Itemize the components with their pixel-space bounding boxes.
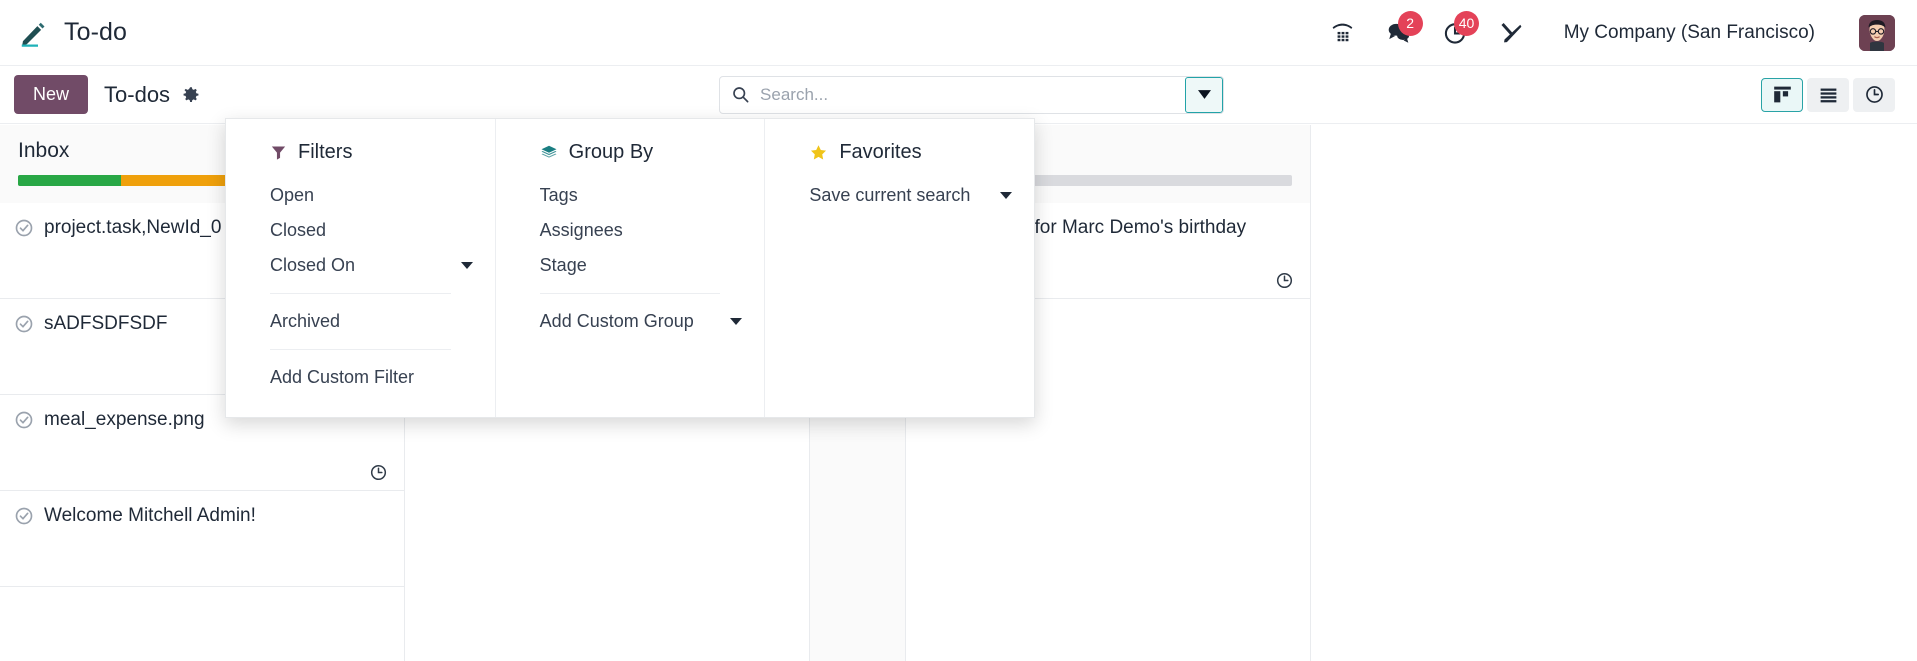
new-button[interactable]: New [14,75,89,114]
avatar[interactable] [1859,14,1895,51]
divider [539,293,721,294]
funnel-icon [270,144,287,161]
add-custom-filter-button[interactable]: Add Custom Filter [226,360,495,395]
breadcrumb-item-todos[interactable]: To-dos [104,82,170,108]
groupby-title: Group By [568,141,654,163]
check-circle-icon[interactable] [14,410,34,430]
filter-label: Archived [270,311,341,331]
progress-segment-orange [121,175,239,186]
messaging-icon[interactable]: 2 [1384,10,1423,48]
clock-icon[interactable] [369,463,388,482]
search-dropdown-toggle[interactable] [1185,76,1224,113]
pencil-icon [18,18,48,48]
check-circle-icon[interactable] [14,506,34,526]
control-panel: New To-dos [0,66,1917,124]
messaging-badge: 2 [1397,10,1423,36]
view-button-list[interactable] [1807,77,1849,112]
company-switcher[interactable]: My Company (San Francisco) [1564,22,1815,44]
star-icon [809,143,828,162]
groupby-label: Tags [539,185,578,205]
favorites-label: Save current search [809,185,971,205]
filters-header: Filters [226,141,495,178]
filter-label: Add Custom Filter [270,367,415,387]
kanban-card-title: project.task,NewId_0 [44,217,222,238]
add-custom-group-button[interactable]: Add Custom Group [496,304,765,339]
view-switcher [1761,77,1895,112]
kanban-card-footer [369,463,388,482]
groupby-label: Assignees [539,220,623,240]
filter-item-closed[interactable]: Closed [226,213,495,248]
check-circle-icon[interactable] [14,314,34,334]
systray: 2 40 My Company (San Francisco) [1328,10,1895,51]
divider [270,349,451,350]
view-button-activity[interactable] [1853,77,1895,112]
developer-tools-icon[interactable] [1496,18,1526,48]
groupby-header: Group By [496,141,765,178]
top-navbar: To-do 2 40 My Company (San Francisco) [0,0,1917,66]
gear-icon[interactable] [182,86,200,104]
groupby-label: Stage [539,255,587,275]
groupby-item-tags[interactable]: Tags [496,178,765,213]
kanban-card-title: sADFSDFSDF [44,313,168,334]
activities-badge: 40 [1453,10,1480,36]
filter-item-open[interactable]: Open [226,178,495,213]
layers-icon [540,144,558,162]
clock-icon[interactable] [1275,271,1294,290]
activities-icon[interactable]: 40 [1440,10,1480,48]
kanban-card[interactable]: Welcome Mitchell Admin! [0,491,404,587]
dropdown-column-favorites: Favorites Save current search [765,119,1034,417]
kanban-card-footer [1275,271,1294,290]
save-current-search-button[interactable]: Save current search [765,178,1034,213]
chevron-down-icon [460,262,473,269]
kanban-card-title: meal_expense.png [44,409,205,430]
voip-phone-icon[interactable] [1328,18,1358,48]
search-icon [720,77,760,113]
filter-item-closed-on[interactable]: Closed On [226,248,495,283]
divider [270,293,451,294]
chevron-down-icon [730,318,743,325]
dropdown-column-filters: Filters Open Closed Closed On Archived A… [226,119,496,417]
app-brand[interactable]: To-do [18,18,127,48]
filters-title: Filters [298,141,353,163]
search-dropdown-panel: Filters Open Closed Closed On Archived A… [225,118,1035,418]
groupby-label: Add Custom Group [539,311,694,331]
groupby-item-assignees[interactable]: Assignees [496,213,765,248]
search-input[interactable] [760,76,1186,113]
chevron-down-icon [1000,192,1013,199]
app-title: To-do [64,18,128,46]
search-area [200,75,1743,114]
check-circle-icon[interactable] [14,218,34,238]
favorites-title: Favorites [839,141,922,163]
groupby-item-stage[interactable]: Stage [496,248,765,283]
searchbox [719,75,1225,114]
filter-label: Closed On [270,255,356,275]
kanban-card-title: Welcome Mitchell Admin! [44,505,256,526]
breadcrumb: To-dos [104,82,200,108]
view-button-kanban[interactable] [1761,77,1803,112]
favorites-header: Favorites [765,141,1034,178]
progress-segment-green [18,175,122,186]
filter-item-archived[interactable]: Archived [226,304,495,339]
filter-label: Closed [270,220,327,240]
filter-label: Open [270,185,315,205]
dropdown-column-groupby: Group By Tags Assignees Stage Add Custom… [496,119,766,417]
